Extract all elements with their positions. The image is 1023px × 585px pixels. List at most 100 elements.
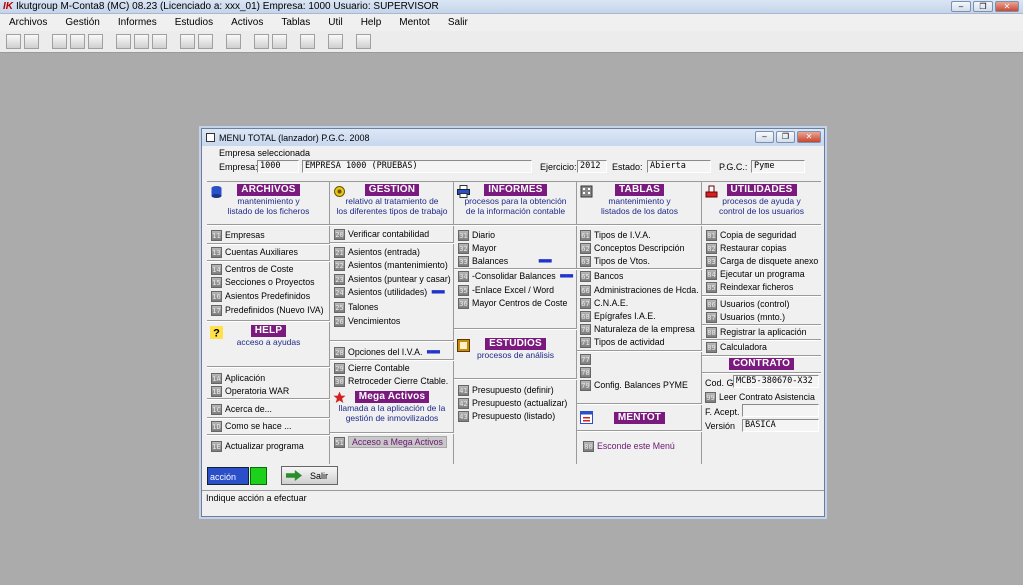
menu-item-presupuesto-definir[interactable]: 41 Presupuesto (definir) <box>458 384 554 396</box>
estado-field: Abierta <box>647 160 711 173</box>
menu-item-cnae[interactable]: 67 C.N.A.E. <box>580 297 628 309</box>
menu-item-leer-contrato[interactable]: 99 Leer Contrato Asistencia <box>705 391 815 403</box>
toolbar-icon[interactable] <box>152 34 167 49</box>
toolbar-icon[interactable] <box>226 34 241 49</box>
menu-item-tipos-iva[interactable]: 61 Tipos de I.V.A. <box>580 229 651 241</box>
menu-item-esconde-menu[interactable]: 80 Esconde este Menú <box>583 440 675 452</box>
menu-item-78[interactable]: 78 <box>580 366 594 378</box>
submenu-indicator-icon: ■■■■ <box>538 257 552 265</box>
restore-button[interactable]: ❐ <box>973 1 993 12</box>
salir-button[interactable]: Salir <box>281 466 338 485</box>
toolbar-icon[interactable] <box>70 34 85 49</box>
menu-item-copia-seguridad[interactable]: 81 Copia de seguridad <box>706 229 796 241</box>
menu-gestion[interactable]: Gestión <box>56 17 108 28</box>
menu-activos[interactable]: Activos <box>222 17 272 28</box>
dialog-restore-button[interactable]: ❐ <box>776 131 795 143</box>
minimize-button[interactable]: – <box>951 1 971 12</box>
close-button[interactable]: ✕ <box>995 1 1019 12</box>
menu-informes[interactable]: Informes <box>109 17 166 28</box>
menu-item-secciones[interactable]: 15 Secciones o Proyectos <box>211 276 314 288</box>
menu-item-aplicacion[interactable]: 1A Aplicación <box>211 372 265 384</box>
menu-item-asientos-utilidades[interactable]: 24 Asientos (utilidades) ■■■■ <box>334 286 445 298</box>
window-icon <box>206 133 215 142</box>
menu-item-calculadora[interactable]: 89 Calculadora <box>706 341 767 353</box>
menu-item-centros-de-coste[interactable]: 14 Centros de Coste <box>211 263 293 275</box>
dialog-close-button[interactable]: ✕ <box>797 131 821 143</box>
menu-item-mayor[interactable]: 32 Mayor <box>458 242 496 254</box>
menu-item-verificar-contabilidad[interactable]: 20 Verificar contabilidad <box>334 228 429 240</box>
toolbar-icon[interactable] <box>134 34 149 49</box>
empresa-code-field[interactable]: 1000 <box>257 160 299 173</box>
toolbar-icon[interactable] <box>88 34 103 49</box>
menu-item-77[interactable]: 77 <box>580 353 594 365</box>
menu-salir[interactable]: Salir <box>439 17 477 28</box>
menu-item-diario[interactable]: 31 Diario <box>458 229 495 241</box>
menu-bar: Archivos Gestión Informes Estudios Activ… <box>0 14 1023 31</box>
menu-item-registrar-aplicacion[interactable]: 88 Registrar la aplicación <box>706 326 807 338</box>
menu-tablas[interactable]: Tablas <box>272 17 319 28</box>
menu-item-opciones-iva[interactable]: 28 Opciones del I.V.A. ■■■■ <box>334 346 441 358</box>
dialog-minimize-button[interactable]: – <box>755 131 774 143</box>
f-acept-field <box>742 404 819 417</box>
menu-item-asientos-entrada[interactable]: 21 Asientos (entrada) <box>334 246 420 258</box>
menu-item-tipos-actividad[interactable]: 71 Tipos de actividad <box>580 336 665 348</box>
menu-item-cuentas-auxiliares[interactable]: 13 Cuentas Auxiliares <box>211 246 298 258</box>
menu-item-actualizar-programa[interactable]: 1E Actualizar programa <box>211 440 304 452</box>
menu-util[interactable]: Util <box>319 17 351 28</box>
menu-item-ejecutar-programa[interactable]: 84 Ejecutar un programa <box>706 268 805 280</box>
toolbar-icon[interactable] <box>6 34 21 49</box>
menu-item-asientos-puntear[interactable]: 23 Asientos (puntear y casar) <box>334 273 451 285</box>
menu-item-usuarios-control[interactable]: 86 Usuarios (control) <box>706 298 789 310</box>
toolbar-icon[interactable] <box>272 34 287 49</box>
menu-item-epigrafes-iae[interactable]: 68 Epígrafes I.A.E. <box>580 310 656 322</box>
menu-mentot[interactable]: Mentot <box>390 17 439 28</box>
menu-item-asientos-predefinidos[interactable]: 16 Asientos Predefinidos <box>211 290 310 302</box>
toolbar-icon[interactable] <box>24 34 39 49</box>
toolbar-icon[interactable] <box>328 34 343 49</box>
menu-item-administraciones-hcda[interactable]: 66 Administraciones de Hcda. <box>580 284 699 296</box>
submenu-indicator-icon: ■■■■ <box>426 348 441 356</box>
toolbar-icon[interactable] <box>356 34 371 49</box>
menu-item-empresas[interactable]: 11 Empresas <box>211 229 265 241</box>
help-title: HELP <box>250 325 287 337</box>
menu-item-acerca-de[interactable]: 1C Acerca de... <box>211 403 272 415</box>
accion-input[interactable]: acción <box>207 467 249 485</box>
menu-item-operatoria-war[interactable]: 1B Operatoria WAR <box>211 385 289 397</box>
menu-item-conceptos-descripcion[interactable]: 62 Conceptos Descripción <box>580 242 684 254</box>
menu-item-presupuesto-actualizar[interactable]: 42 Presupuesto (actualizar) <box>458 397 567 409</box>
menu-item-balances[interactable]: 33 Balances ■■■■ <box>458 255 552 267</box>
gestion-title: GESTIÓN <box>364 184 420 196</box>
menu-item-enlace-excel-word[interactable]: 35 -Enlace Excel / Word <box>458 284 554 296</box>
menu-item-carga-disquete[interactable]: 83 Carga de disquete anexo <box>706 255 818 267</box>
menu-item-presupuesto-listado[interactable]: 43 Presupuesto (listado) <box>458 410 555 422</box>
ejercicio-field[interactable]: 2012 <box>577 160 607 173</box>
menu-item-bancos[interactable]: 65 Bancos <box>580 270 623 282</box>
menu-item-acceso-mega-activos[interactable]: 51 Acceso a Mega Activos <box>334 436 447 448</box>
estado-label: Estado: <box>612 162 643 172</box>
toolbar-icon[interactable] <box>300 34 315 49</box>
menu-archivos[interactable]: Archivos <box>0 17 56 28</box>
toolbar-icon[interactable] <box>116 34 131 49</box>
submenu-indicator-icon: ■■■■ <box>431 288 445 296</box>
toolbar-icon[interactable] <box>254 34 269 49</box>
menu-item-consolidar-balances[interactable]: 34 -Consolidar Balances ■■■■ <box>458 270 574 282</box>
menu-item-naturaleza-empresa[interactable]: 70 Naturaleza de la empresa <box>580 323 695 335</box>
toolbar-icon[interactable] <box>52 34 67 49</box>
menu-item-talones[interactable]: 25 Talones <box>334 301 378 313</box>
toolbar-icon[interactable] <box>198 34 213 49</box>
menu-item-reindexar-ficheros[interactable]: 85 Reindexar ficheros <box>706 281 793 293</box>
menu-item-retroceder-cierre[interactable]: 30 Retroceder Cierre Ctable. <box>334 375 448 387</box>
menu-help[interactable]: Help <box>352 17 391 28</box>
menu-item-vencimientos[interactable]: 26 Vencimientos <box>334 315 400 327</box>
menu-item-usuarios-mnto[interactable]: 87 Usuarios (mnto.) <box>706 311 785 323</box>
menu-item-cierre-contable[interactable]: 29 Cierre Contable <box>334 362 410 374</box>
menu-item-como-se-hace[interactable]: 1D Como se hace ... <box>211 420 292 432</box>
menu-item-tipos-vtos[interactable]: 63 Tipos de Vtos. <box>580 255 650 267</box>
menu-estudios[interactable]: Estudios <box>166 17 222 28</box>
menu-item-restaurar-copias[interactable]: 82 Restaurar copias <box>706 242 787 254</box>
menu-item-asientos-mantenimiento[interactable]: 22 Asientos (mantenimiento) <box>334 259 448 271</box>
menu-item-mayor-centros-coste[interactable]: 36 Mayor Centros de Coste <box>458 297 567 309</box>
toolbar-icon[interactable] <box>180 34 195 49</box>
menu-item-predefinidos-nuevo-iva[interactable]: 17 Predefinidos (Nuevo IVA) <box>211 304 324 316</box>
menu-item-config-balances-pyme[interactable]: 79 Config. Balances PYME <box>580 379 688 391</box>
